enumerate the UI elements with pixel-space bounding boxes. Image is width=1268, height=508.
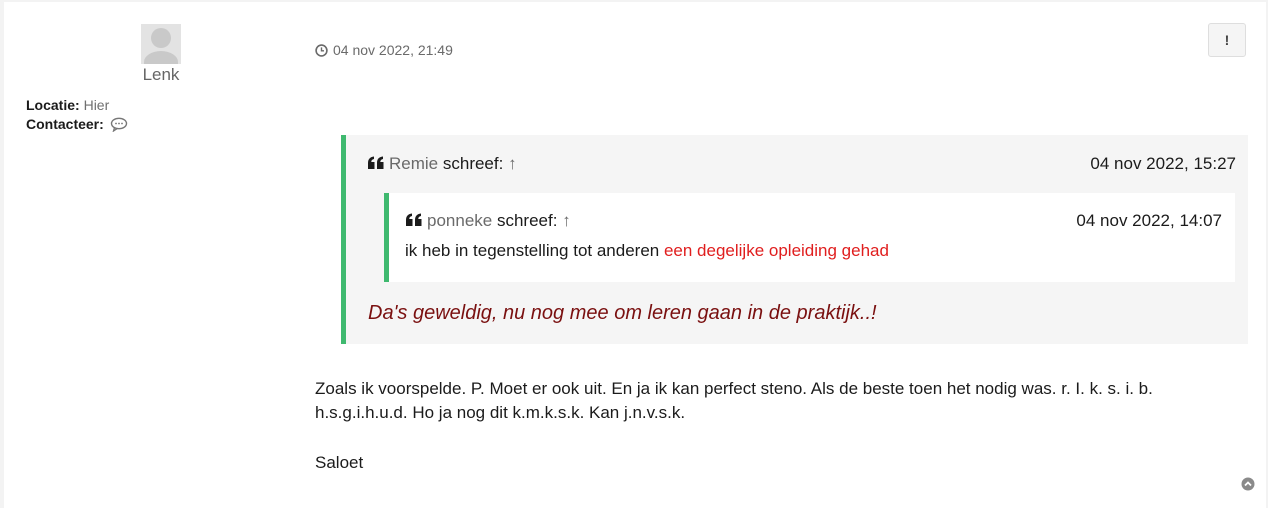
- quote-icon: [406, 213, 422, 226]
- quote-source-arrow[interactable]: ↑: [508, 154, 517, 173]
- profile-location: Locatie: Hier: [26, 97, 109, 113]
- quote-header: Remie schreef: ↑: [367, 154, 517, 174]
- nested-quote-text-plain: ik heb in tegenstelling tot anderen: [405, 241, 664, 260]
- nested-quote-time: 04 nov 2022, 14:07: [1076, 211, 1222, 230]
- avatar[interactable]: [141, 24, 181, 64]
- nested-quote-author-link[interactable]: ponneke: [427, 211, 492, 230]
- post-date[interactable]: 04 nov 2022, 21:49: [315, 42, 453, 58]
- username-link[interactable]: Lenk: [112, 65, 210, 85]
- nested-quote-text-highlight: een degelijke opleiding gehad: [663, 241, 889, 260]
- nested-quote-wrote: schreef:: [496, 211, 558, 230]
- post-date-text: 04 nov 2022, 21:49: [333, 42, 453, 58]
- contact-label: Contacteer:: [26, 116, 104, 132]
- post: Lenk Locatie: Hier Contacteer: 04 nov 20…: [4, 2, 1266, 508]
- nested-quote-source-arrow[interactable]: ↑: [562, 211, 571, 230]
- quote-block: Remie schreef: ↑ 04 nov 2022, 15:27 ponn…: [341, 135, 1248, 344]
- quote-time: 04 nov 2022, 15:27: [1090, 154, 1236, 173]
- nested-quote-text: ik heb in tegenstelling tot anderen een …: [405, 241, 889, 261]
- quote-author-link[interactable]: Remie: [389, 154, 438, 173]
- location-label: Locatie:: [26, 97, 80, 113]
- clock-icon: [315, 44, 328, 57]
- report-button[interactable]: !: [1208, 23, 1246, 57]
- nested-quote-block: ponneke schreef: ↑ 04 nov 2022, 14:07 ik…: [384, 193, 1235, 282]
- quote-reply-text: Da's geweldig, nu nog mee om leren gaan …: [368, 302, 877, 324]
- profile-contact: Contacteer:: [26, 116, 128, 135]
- nested-quote-header: ponneke schreef: ↑: [405, 211, 571, 231]
- quote-wrote: schreef:: [442, 154, 504, 173]
- avatar-head: [151, 28, 171, 48]
- avatar-body: [144, 51, 178, 64]
- location-value: Hier: [83, 97, 110, 113]
- post-body: Zoals ik voorspelde. P. Moet er ook uit.…: [315, 377, 1215, 475]
- quote-icon: [368, 156, 384, 169]
- scroll-top-icon[interactable]: [1241, 477, 1255, 491]
- post-signoff: Saloet: [315, 453, 364, 472]
- chat-icon[interactable]: [110, 117, 128, 135]
- post-paragraph: Zoals ik voorspelde. P. Moet er ook uit.…: [315, 379, 1153, 422]
